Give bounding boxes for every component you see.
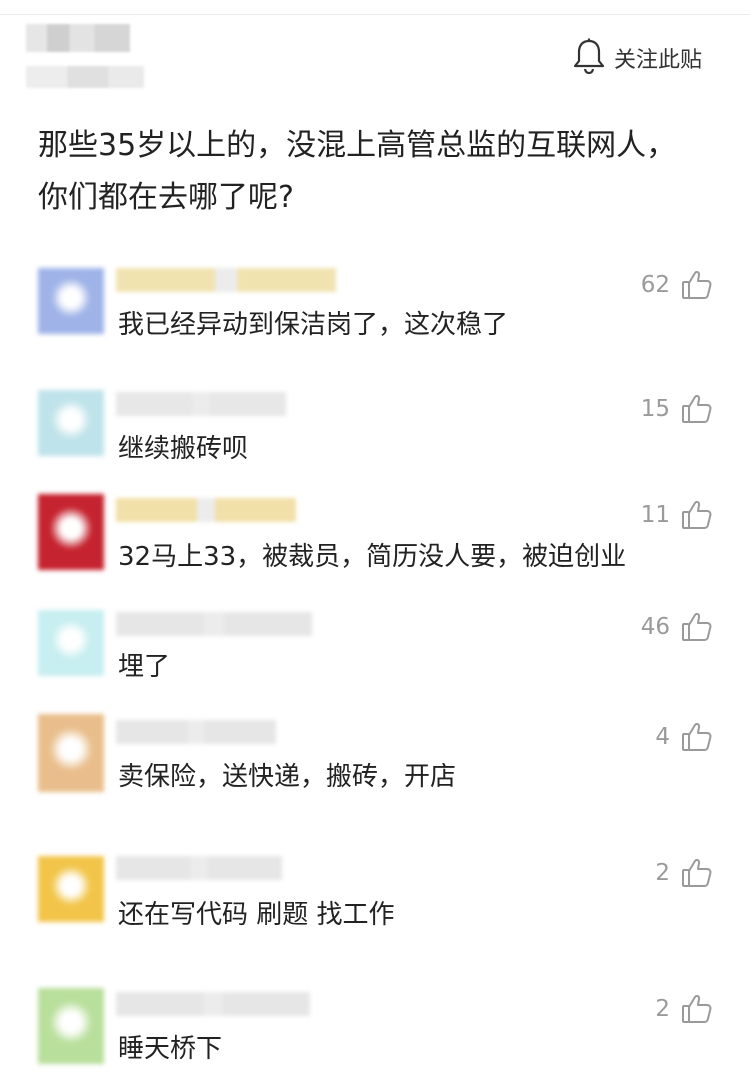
comment-text: 继续搬砖呗 bbox=[118, 434, 249, 464]
comment-item: 我已经异动到保洁岗了，这次稳了 62 bbox=[0, 258, 750, 358]
commenter-avatar[interactable] bbox=[38, 390, 104, 456]
comment-item: 32马上33，被裁员，简历没人要，被迫创业 11 bbox=[0, 494, 750, 594]
comment-item: 继续搬砖呗 15 bbox=[0, 388, 750, 488]
commenter-avatar[interactable] bbox=[38, 610, 104, 676]
comment-item: 埋了 46 bbox=[0, 610, 750, 710]
commenter-name-blurred[interactable] bbox=[116, 992, 310, 1016]
thumbs-up-icon bbox=[680, 856, 714, 890]
commenter-name-blurred[interactable] bbox=[116, 612, 312, 636]
commenter-avatar[interactable] bbox=[38, 856, 104, 922]
comment-text: 埋了 bbox=[118, 652, 171, 682]
like-button[interactable]: 46 bbox=[620, 610, 714, 644]
commenter-name-blurred[interactable] bbox=[116, 268, 336, 292]
comment-item: 还在写代码 刷题 找工作 2 bbox=[0, 852, 750, 952]
commenter-avatar[interactable] bbox=[38, 268, 104, 334]
commenter-avatar[interactable] bbox=[38, 714, 104, 792]
thumbs-up-icon bbox=[680, 610, 714, 644]
like-button[interactable]: 15 bbox=[620, 392, 714, 426]
like-button[interactable]: 11 bbox=[620, 498, 714, 532]
follow-post-button[interactable]: 关注此贴 bbox=[572, 38, 702, 78]
commenter-avatar[interactable] bbox=[38, 988, 104, 1064]
like-button[interactable]: 4 bbox=[620, 720, 714, 754]
comment-text: 还在写代码 刷题 找工作 bbox=[118, 900, 395, 930]
like-count: 2 bbox=[655, 860, 670, 886]
thumbs-up-icon bbox=[680, 720, 714, 754]
post-title: 那些35岁以上的，没混上高管总监的互联网人，你们都在去哪了呢? bbox=[38, 128, 677, 215]
bell-icon bbox=[572, 37, 606, 79]
commenter-name-blurred[interactable] bbox=[116, 856, 282, 880]
follow-post-label: 关注此贴 bbox=[614, 48, 703, 73]
top-divider bbox=[0, 14, 750, 15]
like-count: 2 bbox=[655, 996, 670, 1022]
author-meta-blurred bbox=[26, 66, 144, 88]
like-button[interactable]: 62 bbox=[620, 268, 714, 302]
commenter-name-blurred[interactable] bbox=[116, 498, 296, 522]
thumbs-up-icon bbox=[680, 992, 714, 1026]
thumbs-up-icon bbox=[680, 268, 714, 302]
comment-text: 32马上33，被裁员，简历没人要，被迫创业 bbox=[118, 542, 627, 572]
like-count: 15 bbox=[640, 396, 670, 422]
comment-text: 我已经异动到保洁岗了，这次稳了 bbox=[118, 310, 509, 340]
like-count: 11 bbox=[640, 502, 670, 528]
like-count: 62 bbox=[640, 272, 670, 298]
like-button[interactable]: 2 bbox=[620, 992, 714, 1026]
like-button[interactable]: 2 bbox=[620, 856, 714, 890]
comment-item: 睡天桥下 2 bbox=[0, 988, 750, 1080]
comment-text: 睡天桥下 bbox=[118, 1034, 223, 1064]
comment-text: 卖保险，送快递，搬砖，开店 bbox=[118, 762, 457, 792]
post-page: 关注此贴 那些35岁以上的，没混上高管总监的互联网人，你们都在去哪了呢? 我已经… bbox=[0, 0, 750, 1080]
comment-item: 卖保险，送快递，搬砖，开店 4 bbox=[0, 714, 750, 814]
commenter-avatar[interactable] bbox=[38, 494, 104, 570]
author-name-blurred[interactable] bbox=[26, 24, 130, 52]
thumbs-up-icon bbox=[680, 498, 714, 532]
thumbs-up-icon bbox=[680, 392, 714, 426]
like-count: 46 bbox=[640, 614, 670, 640]
like-count: 4 bbox=[655, 724, 670, 750]
commenter-name-blurred[interactable] bbox=[116, 720, 276, 744]
commenter-name-blurred[interactable] bbox=[116, 392, 286, 416]
